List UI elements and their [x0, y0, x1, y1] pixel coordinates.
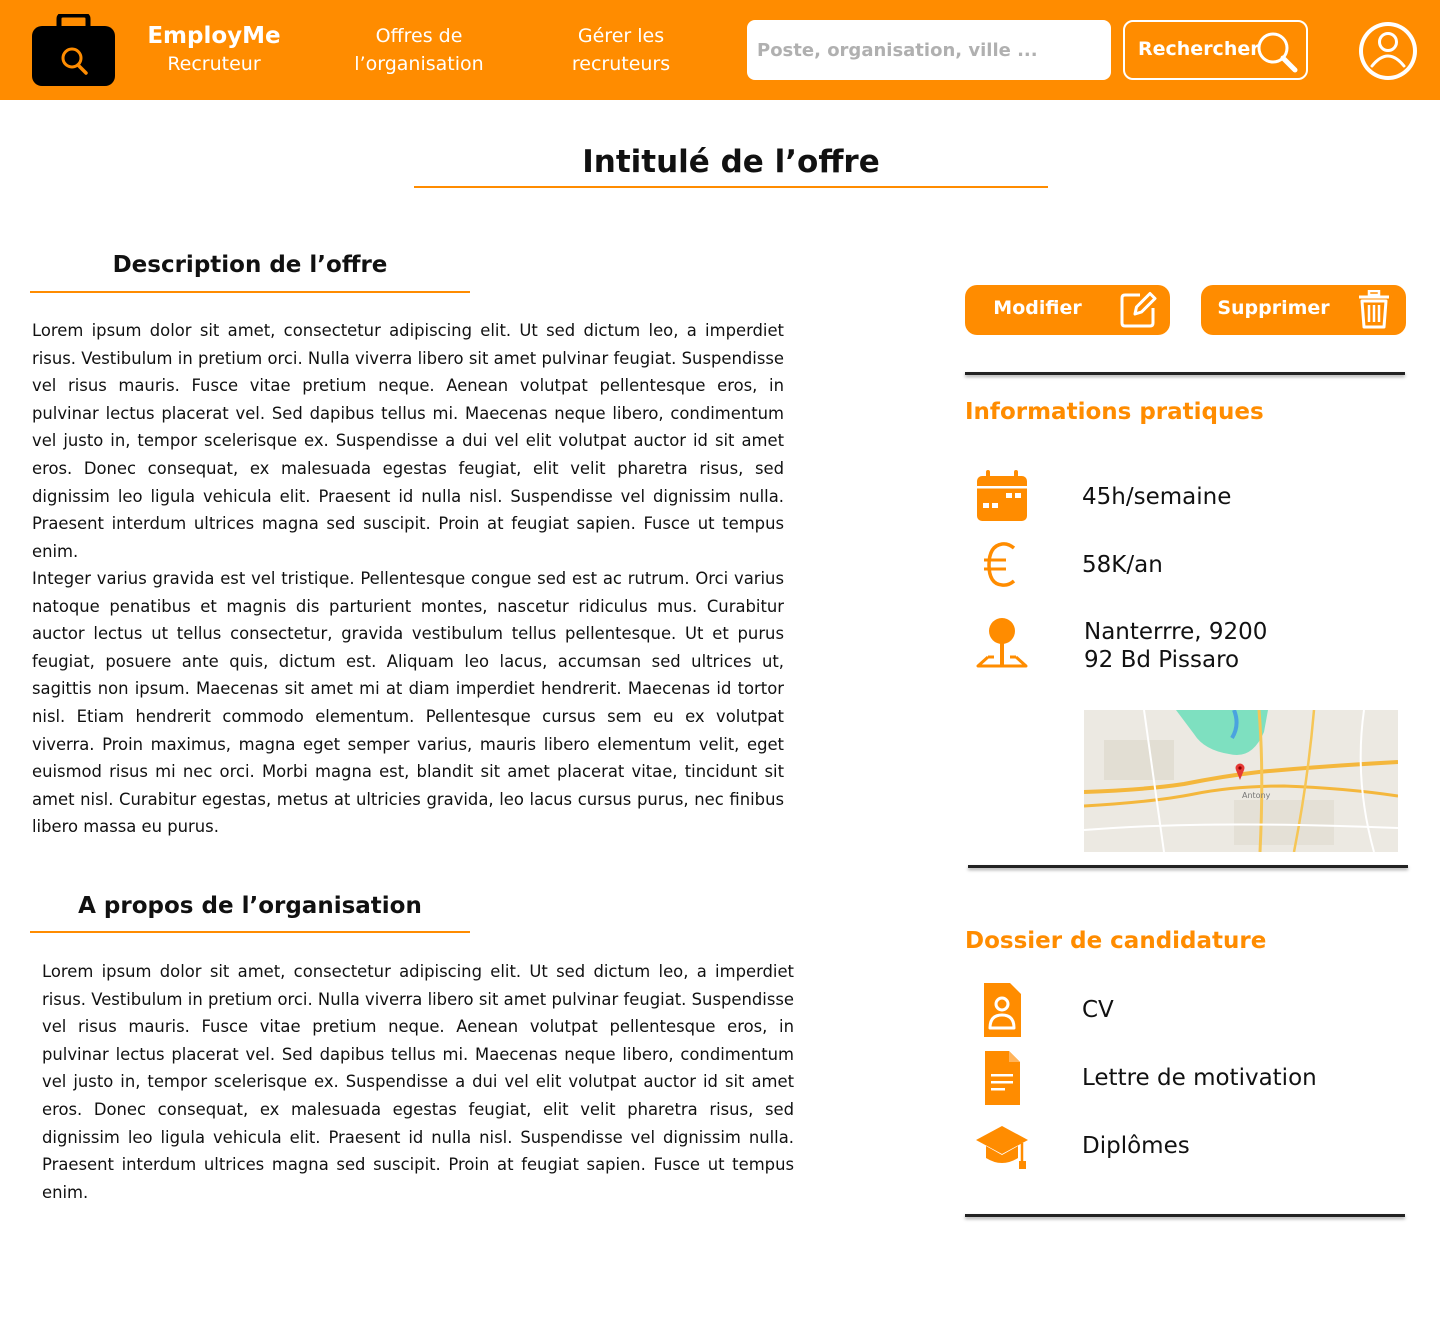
cv-document-icon [984, 983, 1021, 1037]
edit-icon [1120, 292, 1157, 328]
graduation-cap-icon [976, 1126, 1028, 1169]
top-navigation-bar: EmployMe Recruteur Offres de l’organisat… [0, 0, 1440, 100]
nav-recruiters-line1: Gérer les [577, 25, 665, 47]
address-city: Nanterrre, 9200 [1084, 619, 1268, 645]
map-place-label: Antony [1242, 791, 1271, 800]
nav-organisation-offers[interactable]: Offres de l’organisation [340, 22, 498, 78]
page-title: Intitulé de l’offre [582, 144, 880, 180]
nav-recruiters-line2: recruteurs [571, 53, 671, 75]
location-map[interactable]: Antony [1084, 710, 1398, 852]
letter-document-icon [985, 1051, 1020, 1105]
user-circle-icon[interactable] [1357, 20, 1419, 82]
calendar-icon [977, 470, 1027, 521]
description-paragraph-1: Lorem ipsum dolor sit amet, consectetur … [32, 321, 784, 561]
about-underline [30, 931, 470, 933]
briefcase-search-icon[interactable] [32, 14, 115, 86]
nav-offers-line1: Offres de [375, 25, 463, 47]
brand-role: Recruteur [167, 53, 261, 75]
magnifier-icon [1257, 32, 1298, 73]
delete-button[interactable]: Supprimer [1201, 285, 1406, 335]
description-heading: Description de l’offre [112, 252, 388, 278]
about-heading: A propos de l’organisation [78, 893, 422, 919]
salary: 58K/an [1082, 552, 1163, 578]
practical-info-heading: Informations pratiques [965, 399, 1264, 425]
application-item-letter: Lettre de motivation [1082, 1065, 1317, 1091]
search-button-label: Rechercher [1138, 38, 1260, 60]
application-item-diplomas: Diplômes [1082, 1133, 1190, 1159]
application-item-cv: CV [1082, 997, 1114, 1023]
edit-button[interactable]: Modifier [965, 285, 1170, 335]
brand-name: EmployMe [147, 23, 281, 49]
search-button[interactable]: Rechercher [1123, 20, 1308, 80]
euro-icon [984, 542, 1016, 587]
search-input[interactable] [747, 20, 1111, 80]
title-underline [414, 186, 1048, 188]
description-underline [30, 291, 470, 293]
location-pin-icon [976, 618, 1028, 668]
divider-top [965, 372, 1405, 375]
edit-button-label: Modifier [993, 297, 1082, 319]
trash-icon [1359, 290, 1389, 329]
about-paragraph: Lorem ipsum dolor sit amet, consectetur … [42, 962, 794, 1202]
nav-manage-recruiters[interactable]: Gérer les recruteurs [548, 22, 694, 78]
description-paragraph-2: Integer varius gravida est vel tristique… [32, 569, 784, 837]
working-hours: 45h/semaine [1082, 484, 1232, 510]
brand[interactable]: EmployMe Recruteur [130, 20, 298, 76]
delete-button-label: Supprimer [1217, 297, 1330, 319]
application-heading: Dossier de candidature [965, 928, 1267, 954]
divider-bottom [965, 1214, 1405, 1217]
address-street: 92 Bd Pissaro [1084, 647, 1240, 673]
divider-middle [968, 865, 1408, 868]
nav-offers-line2: l’organisation [354, 53, 484, 75]
